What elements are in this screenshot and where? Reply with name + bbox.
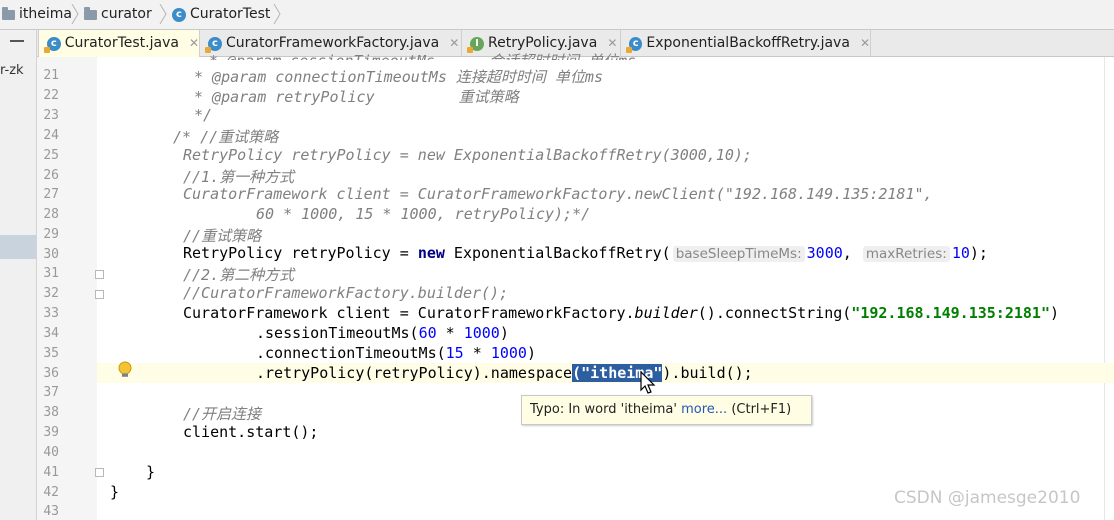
code-line-22: * @param retryPolicy 重试策略	[194, 88, 519, 106]
code-line-41: }	[146, 463, 156, 481]
code-line-33: CuratorFramework client = CuratorFramewo…	[183, 304, 1060, 322]
line-number: 25	[43, 148, 59, 163]
code-line-39: client.start();	[183, 423, 319, 441]
code-line-36: .retryPolicy(retryPolicy).namespace("ith…	[256, 364, 753, 382]
code-line-25: RetryPolicy retryPolicy = new Exponentia…	[183, 146, 752, 164]
line-number: 23	[43, 108, 59, 123]
code-line-29: //重试策略	[183, 227, 262, 245]
breadcrumb-label: curator	[101, 6, 152, 22]
lightbulb-icon[interactable]	[118, 361, 132, 379]
code-line-27: CuratorFramework client = CuratorFramewo…	[183, 185, 933, 203]
code-line-42: }	[110, 483, 120, 501]
code-line-28: 60 * 1000, 15 * 1000, retryPolicy);*/	[256, 205, 591, 223]
code-line-24: /* //重试策略	[173, 128, 279, 146]
line-number: 26	[43, 168, 59, 183]
line-number: 36	[43, 366, 59, 381]
tooltip-more-link[interactable]: more...	[681, 402, 727, 417]
code-line-35: .connectionTimeoutMs(15 * 1000)	[256, 344, 536, 362]
fold-marker-icon[interactable]	[95, 270, 104, 279]
code-line-partial: * @param sessionTimeoutMs 会话超时时间 单位ms	[209, 50, 636, 60]
code-line-32: //CuratorFrameworkFactory.builder();	[183, 284, 509, 302]
line-number: 40	[43, 445, 59, 460]
tab-label: ExponentialBackoffRetry.java	[646, 35, 850, 51]
fold-marker-icon[interactable]	[95, 468, 104, 477]
line-number: 24	[43, 128, 59, 143]
line-number: 29	[43, 227, 59, 242]
param-hint: baseSleepTimeMs:	[672, 246, 805, 262]
line-number: 34	[43, 326, 59, 341]
line-number: 39	[43, 425, 59, 440]
project-tree-item[interactable]: r-zk	[0, 63, 24, 78]
tooltip-shortcut: (Ctrl+F1)	[731, 402, 792, 417]
breadcrumb-item-project[interactable]: itheima	[2, 0, 72, 29]
folder-icon	[2, 6, 15, 20]
class-icon: c	[626, 36, 643, 53]
code-line-34: .sessionTimeoutMs(60 * 1000)	[256, 324, 509, 342]
breadcrumb: itheima curator c CuratorTest	[0, 0, 1114, 30]
line-number: 27	[43, 187, 59, 202]
line-number: 35	[43, 346, 59, 361]
param-hint: maxRetries:	[862, 246, 950, 262]
chevron-right-icon	[273, 4, 281, 24]
code-line-30: RetryPolicy retryPolicy = new Exponentia…	[183, 244, 988, 262]
class-icon: c	[172, 7, 186, 22]
chevron-right-icon	[71, 4, 79, 24]
tooltip-text: Typo: In word 'itheima'	[530, 402, 677, 417]
fold-marker-icon[interactable]	[95, 290, 104, 299]
breadcrumb-item-class[interactable]: c CuratorTest	[172, 0, 270, 29]
breadcrumb-item-package[interactable]: curator	[84, 0, 152, 29]
folder-icon	[84, 6, 97, 20]
code-line-21: * @param connectionTimeoutMs 连接超时时间 单位ms	[194, 68, 603, 86]
line-number: 32	[43, 286, 59, 301]
line-number: 22	[43, 88, 59, 103]
code-line-38: //开启连接	[183, 405, 262, 423]
collapse-icon[interactable]	[10, 40, 24, 42]
code-line-31: //2.第二种方式	[183, 266, 295, 284]
line-number: 30	[43, 247, 59, 262]
breadcrumb-label: CuratorTest	[190, 6, 271, 22]
interface-icon: I	[467, 36, 484, 53]
class-icon: c	[205, 36, 222, 53]
tab-label: CuratorTest.java	[64, 35, 179, 51]
mouse-pointer-icon	[640, 371, 656, 394]
close-icon[interactable]: ✕	[189, 30, 199, 57]
line-number: 31	[43, 266, 59, 281]
tab-curatortest[interactable]: c CuratorTest.java ✕	[38, 30, 200, 57]
line-number: 42	[43, 485, 59, 500]
line-number: 21	[43, 68, 59, 83]
line-number: 41	[43, 465, 59, 480]
right-margin-guide	[1104, 57, 1105, 520]
tab-exponentialbackoffretry[interactable]: c ExponentialBackoffRetry.java ✕	[621, 30, 871, 57]
typo-tooltip: Typo: In word 'itheima' more... (Ctrl+F1…	[521, 395, 812, 425]
chevron-right-icon	[159, 4, 167, 24]
project-tool-window: r-zk	[0, 30, 37, 520]
class-icon: c	[44, 36, 61, 53]
close-icon[interactable]: ✕	[860, 30, 870, 57]
code-line-23: */	[194, 106, 213, 124]
line-number: 43	[43, 504, 59, 519]
line-number: 37	[43, 385, 59, 400]
watermark: CSDN @jamesge2010	[894, 488, 1081, 508]
line-number: 38	[43, 405, 59, 420]
line-number: 33	[43, 306, 59, 321]
code-line-26: //1.第一种方式	[183, 168, 295, 186]
selected-tree-row[interactable]	[0, 235, 36, 259]
line-number: 28	[43, 207, 59, 222]
breadcrumb-label: itheima	[19, 6, 72, 22]
